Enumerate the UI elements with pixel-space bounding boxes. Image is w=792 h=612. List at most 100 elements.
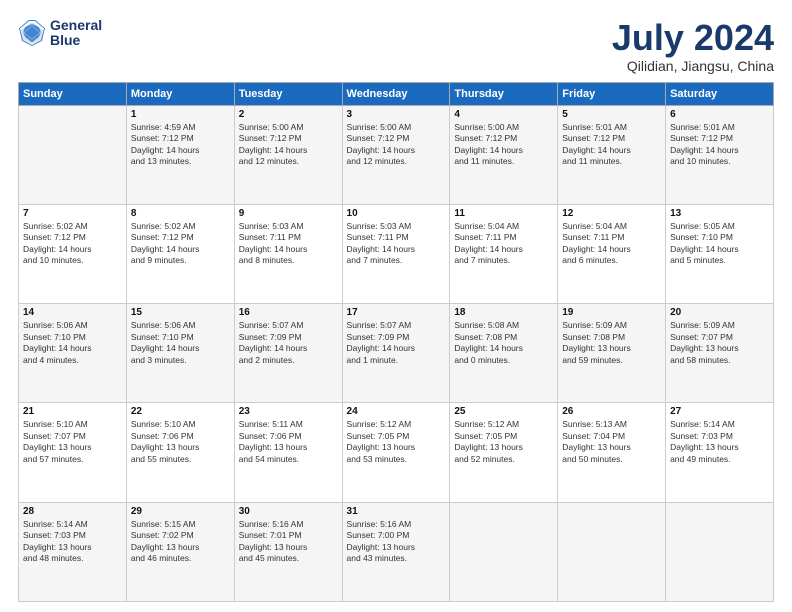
day-info: Sunrise: 5:02 AM Sunset: 7:12 PM Dayligh… [23, 221, 122, 267]
day-cell: 11 Sunrise: 5:04 AM Sunset: 7:11 PM Dayli… [450, 204, 558, 303]
main-title: July 2024 [612, 18, 774, 58]
day-info: Sunrise: 5:05 AM Sunset: 7:10 PM Dayligh… [670, 221, 769, 267]
day-info: Sunrise: 5:11 AM Sunset: 7:06 PM Dayligh… [239, 419, 338, 465]
day-number: 15 [131, 307, 230, 318]
day-number: 5 [562, 109, 661, 120]
day-number: 16 [239, 307, 338, 318]
day-number: 25 [454, 406, 553, 417]
day-cell: 9 Sunrise: 5:03 AM Sunset: 7:11 PM Daylig… [234, 204, 342, 303]
day-number: 30 [239, 506, 338, 517]
week-row-5: 28 Sunrise: 5:14 AM Sunset: 7:03 PM Dayli… [19, 502, 774, 601]
logo-icon [18, 19, 46, 47]
day-number: 17 [347, 307, 446, 318]
day-number: 11 [454, 208, 553, 219]
day-cell: 1 Sunrise: 4:59 AM Sunset: 7:12 PM Daylig… [126, 105, 234, 204]
day-cell [19, 105, 127, 204]
day-number: 21 [23, 406, 122, 417]
day-info: Sunrise: 5:02 AM Sunset: 7:12 PM Dayligh… [131, 221, 230, 267]
day-info: Sunrise: 5:16 AM Sunset: 7:00 PM Dayligh… [347, 519, 446, 565]
day-cell: 17 Sunrise: 5:07 AM Sunset: 7:09 PM Dayli… [342, 304, 450, 403]
day-info: Sunrise: 5:04 AM Sunset: 7:11 PM Dayligh… [562, 221, 661, 267]
subtitle: Qilidian, Jiangsu, China [612, 58, 774, 74]
day-number: 6 [670, 109, 769, 120]
day-cell: 24 Sunrise: 5:12 AM Sunset: 7:05 PM Dayli… [342, 403, 450, 502]
day-cell: 26Sunrise: 5:13 AM Sunset: 7:04 PM Dayli… [558, 403, 666, 502]
day-info: Sunrise: 5:14 AM Sunset: 7:03 PM Dayligh… [23, 519, 122, 565]
day-info: Sunrise: 5:04 AM Sunset: 7:11 PM Dayligh… [454, 221, 553, 267]
day-number: 13 [670, 208, 769, 219]
day-cell: 5 Sunrise: 5:01 AM Sunset: 7:12 PM Daylig… [558, 105, 666, 204]
day-number: 3 [347, 109, 446, 120]
day-cell: 28 Sunrise: 5:14 AM Sunset: 7:03 PM Dayli… [19, 502, 127, 601]
day-info: Sunrise: 5:08 AM Sunset: 7:08 PM Dayligh… [454, 320, 553, 366]
header-cell-saturday: Saturday [666, 82, 774, 105]
day-info: Sunrise: 5:14 AM Sunset: 7:03 PM Dayligh… [670, 419, 769, 465]
day-cell: 2 Sunrise: 5:00 AM Sunset: 7:12 PM Daylig… [234, 105, 342, 204]
day-cell: 14 Sunrise: 5:06 AM Sunset: 7:10 PM Dayli… [19, 304, 127, 403]
day-cell [558, 502, 666, 601]
day-number: 18 [454, 307, 553, 318]
day-number: 19 [562, 307, 661, 318]
day-cell: 12 Sunrise: 5:04 AM Sunset: 7:11 PM Dayli… [558, 204, 666, 303]
day-cell: 31 Sunrise: 5:16 AM Sunset: 7:00 PM Dayli… [342, 502, 450, 601]
day-info: Sunrise: 5:00 AM Sunset: 7:12 PM Dayligh… [454, 122, 553, 168]
day-info: Sunrise: 5:12 AM Sunset: 7:05 PM Dayligh… [454, 419, 553, 465]
day-number: 12 [562, 208, 661, 219]
header-cell-friday: Friday [558, 82, 666, 105]
day-number: 20 [670, 307, 769, 318]
day-info: Sunrise: 5:09 AM Sunset: 7:07 PM Dayligh… [670, 320, 769, 366]
day-info: Sunrise: 5:07 AM Sunset: 7:09 PM Dayligh… [239, 320, 338, 366]
day-number: 22 [131, 406, 230, 417]
day-cell: 3Sunrise: 5:00 AM Sunset: 7:12 PM Daylig… [342, 105, 450, 204]
day-info: Sunrise: 5:09 AM Sunset: 7:08 PM Dayligh… [562, 320, 661, 366]
day-cell: 6 Sunrise: 5:01 AM Sunset: 7:12 PM Daylig… [666, 105, 774, 204]
day-number: 1 [131, 109, 230, 120]
day-number: 26 [562, 406, 661, 417]
day-number: 10 [347, 208, 446, 219]
week-row-4: 21 Sunrise: 5:10 AM Sunset: 7:07 PM Dayli… [19, 403, 774, 502]
day-number: 14 [23, 307, 122, 318]
day-info: Sunrise: 5:03 AM Sunset: 7:11 PM Dayligh… [347, 221, 446, 267]
header-cell-monday: Monday [126, 82, 234, 105]
logo-line2: Blue [50, 32, 80, 48]
day-cell: 10 Sunrise: 5:03 AM Sunset: 7:11 PM Dayli… [342, 204, 450, 303]
day-number: 27 [670, 406, 769, 417]
day-cell: 23Sunrise: 5:11 AM Sunset: 7:06 PM Dayli… [234, 403, 342, 502]
day-cell: 30Sunrise: 5:16 AM Sunset: 7:01 PM Dayli… [234, 502, 342, 601]
day-info: Sunrise: 5:03 AM Sunset: 7:11 PM Dayligh… [239, 221, 338, 267]
week-row-1: 1 Sunrise: 4:59 AM Sunset: 7:12 PM Daylig… [19, 105, 774, 204]
logo-line1: General [50, 17, 102, 33]
day-number: 4 [454, 109, 553, 120]
day-info: Sunrise: 5:00 AM Sunset: 7:12 PM Dayligh… [239, 122, 338, 168]
day-cell: 13 Sunrise: 5:05 AM Sunset: 7:10 PM Dayli… [666, 204, 774, 303]
day-info: Sunrise: 5:07 AM Sunset: 7:09 PM Dayligh… [347, 320, 446, 366]
title-block: July 2024 Qilidian, Jiangsu, China [612, 18, 774, 74]
day-number: 7 [23, 208, 122, 219]
day-info: Sunrise: 5:01 AM Sunset: 7:12 PM Dayligh… [562, 122, 661, 168]
day-info: Sunrise: 5:01 AM Sunset: 7:12 PM Dayligh… [670, 122, 769, 168]
header-cell-tuesday: Tuesday [234, 82, 342, 105]
day-info: Sunrise: 5:12 AM Sunset: 7:05 PM Dayligh… [347, 419, 446, 465]
day-number: 31 [347, 506, 446, 517]
week-row-3: 14 Sunrise: 5:06 AM Sunset: 7:10 PM Dayli… [19, 304, 774, 403]
day-cell: 29Sunrise: 5:15 AM Sunset: 7:02 PM Dayli… [126, 502, 234, 601]
day-cell: 8Sunrise: 5:02 AM Sunset: 7:12 PM Daylig… [126, 204, 234, 303]
day-number: 2 [239, 109, 338, 120]
day-number: 24 [347, 406, 446, 417]
day-info: Sunrise: 4:59 AM Sunset: 7:12 PM Dayligh… [131, 122, 230, 168]
day-cell [666, 502, 774, 601]
day-cell: 19 Sunrise: 5:09 AM Sunset: 7:08 PM Dayli… [558, 304, 666, 403]
week-row-2: 7 Sunrise: 5:02 AM Sunset: 7:12 PM Daylig… [19, 204, 774, 303]
logo: General Blue [18, 18, 102, 49]
day-cell: 4 Sunrise: 5:00 AM Sunset: 7:12 PM Daylig… [450, 105, 558, 204]
header-cell-sunday: Sunday [19, 82, 127, 105]
day-number: 28 [23, 506, 122, 517]
day-info: Sunrise: 5:06 AM Sunset: 7:10 PM Dayligh… [131, 320, 230, 366]
day-info: Sunrise: 5:15 AM Sunset: 7:02 PM Dayligh… [131, 519, 230, 565]
day-cell: 22 Sunrise: 5:10 AM Sunset: 7:06 PM Dayli… [126, 403, 234, 502]
page: General Blue July 2024 Qilidian, Jiangsu… [0, 0, 792, 612]
day-info: Sunrise: 5:06 AM Sunset: 7:10 PM Dayligh… [23, 320, 122, 366]
day-info: Sunrise: 5:10 AM Sunset: 7:07 PM Dayligh… [23, 419, 122, 465]
day-info: Sunrise: 5:10 AM Sunset: 7:06 PM Dayligh… [131, 419, 230, 465]
day-number: 9 [239, 208, 338, 219]
